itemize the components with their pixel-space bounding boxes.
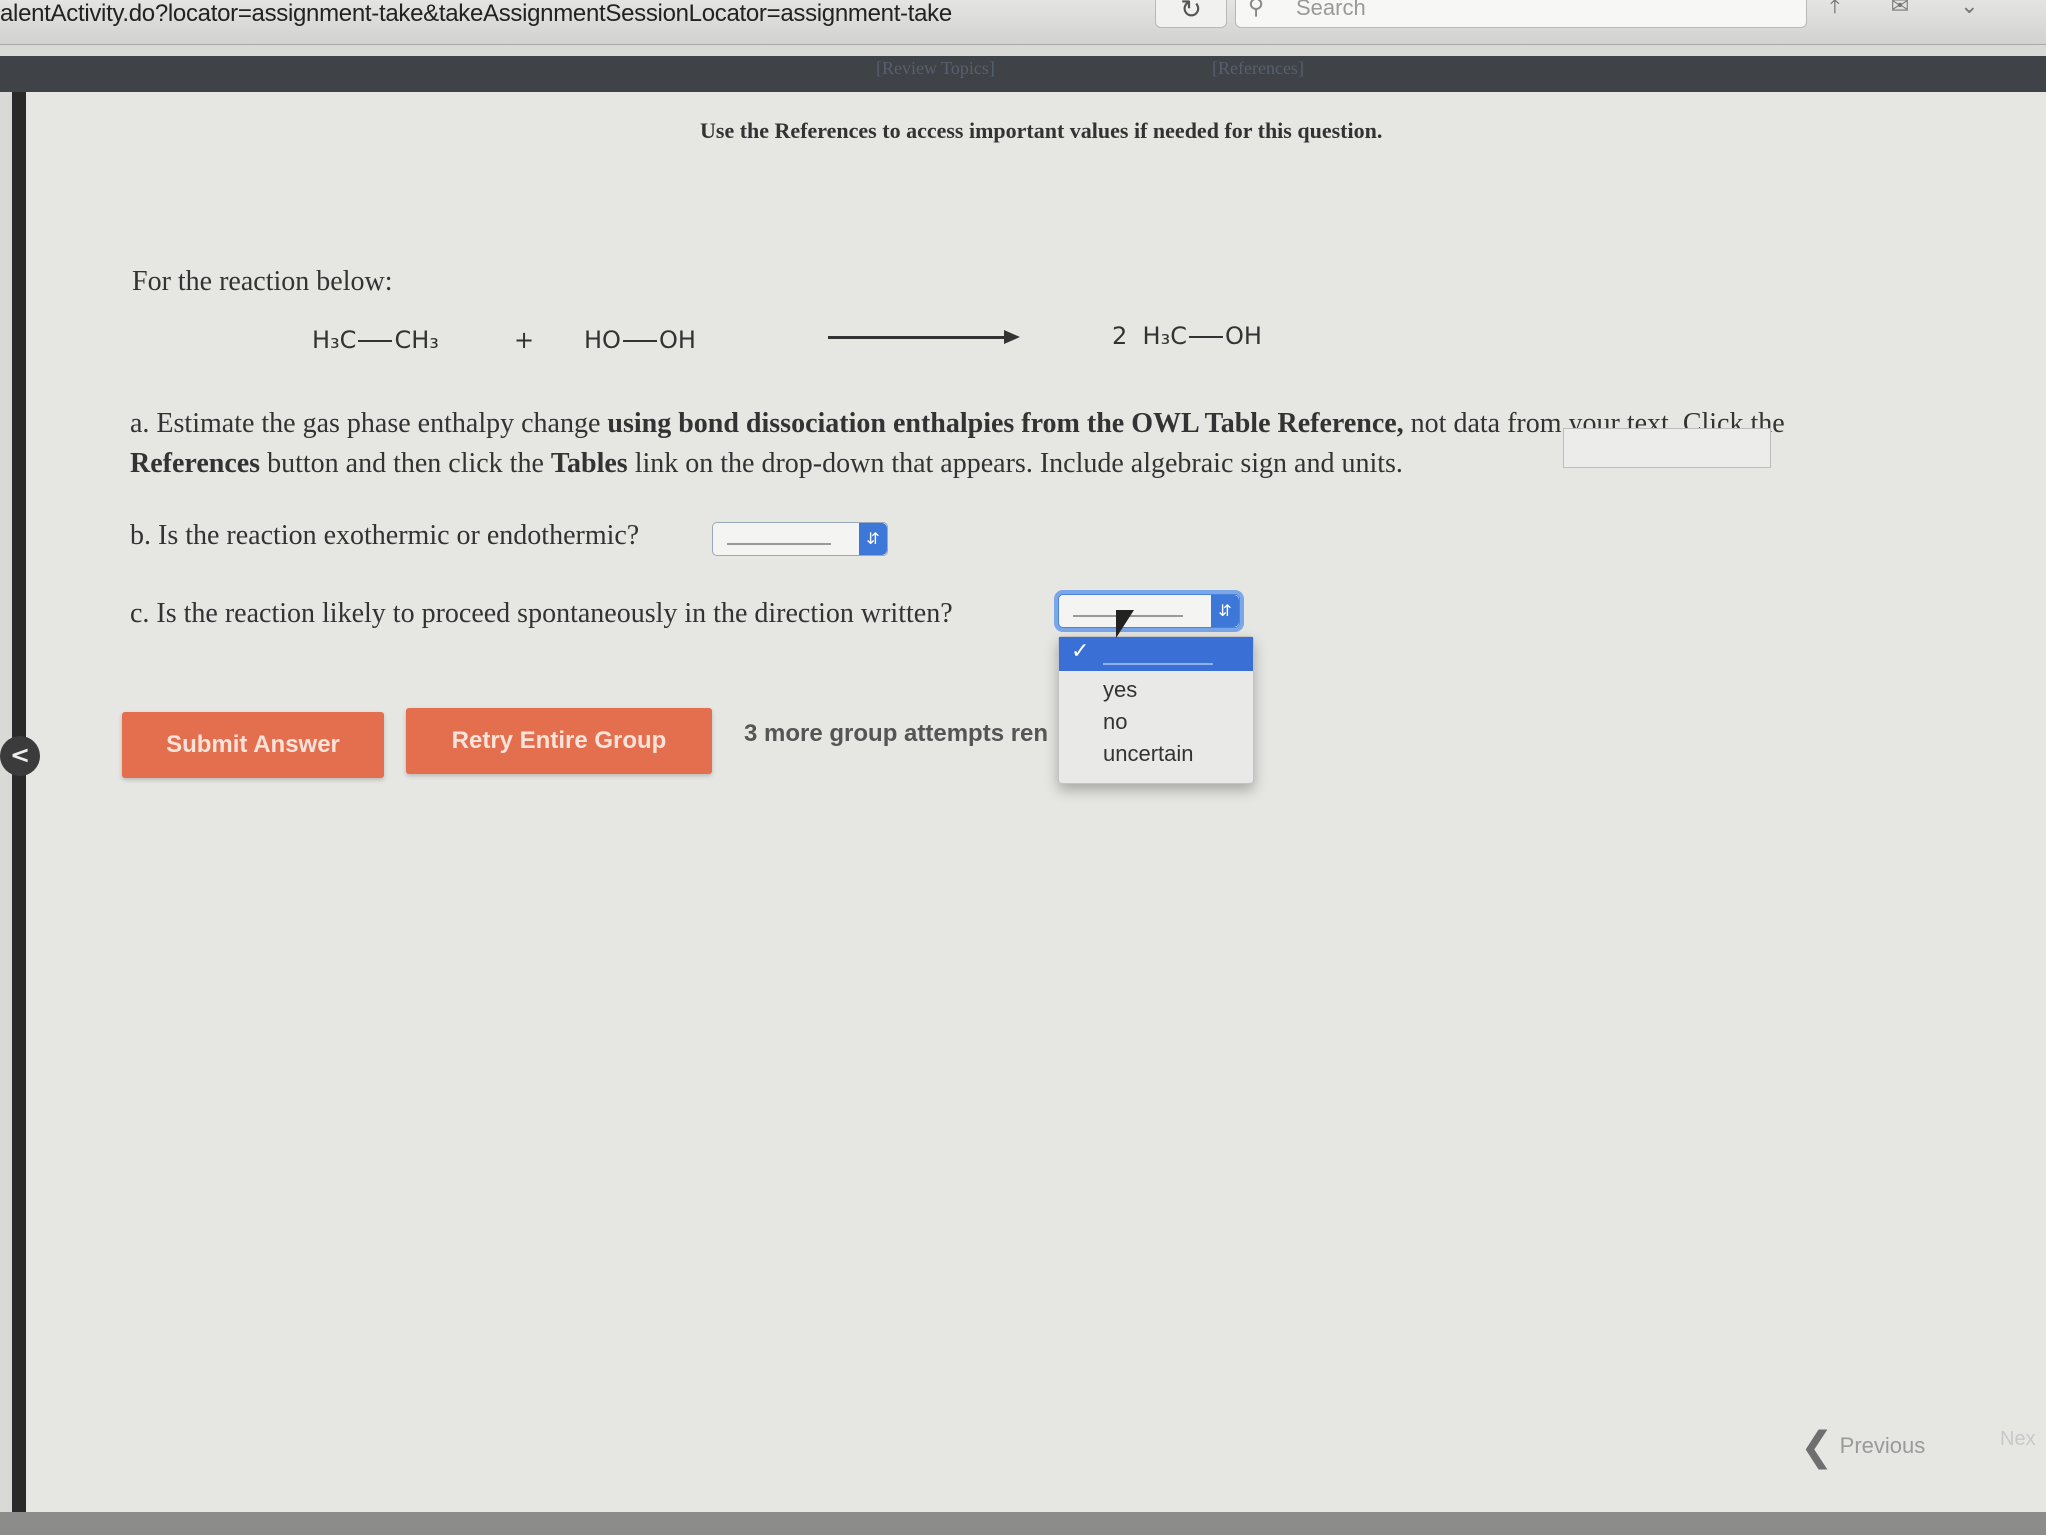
chevron-updown-icon: ⇵ — [1211, 595, 1239, 627]
bond-line — [1188, 336, 1223, 338]
dropdown-option-no[interactable]: no — [1103, 709, 1127, 735]
question-intro: For the reaction below: — [132, 266, 393, 297]
spontaneity-select[interactable]: ⇵ — [1058, 594, 1240, 628]
spontaneity-dropdown-menu: ✓ yes no uncertain — [1058, 636, 1254, 784]
chevron-updown-icon: ⇵ — [859, 523, 887, 555]
reaction-arrow-head — [1004, 330, 1020, 344]
part-a-text-mid2: button and then click the — [260, 448, 551, 479]
part-b-question: b. Is the reaction exothermic or endothe… — [130, 520, 640, 551]
owl-nav-bar: [Review Topics] [References] — [0, 56, 2046, 92]
bottom-edge — [0, 1512, 2046, 1535]
part-a-bold-bde: using bond dissociation enthalpies from … — [607, 408, 1404, 439]
browser-search-input[interactable]: ⚲ Search — [1235, 0, 1807, 28]
part-c-question: c. Is the reaction likely to proceed spo… — [130, 598, 953, 629]
part-a-bold-tables: Tables — [550, 448, 628, 479]
mouse-cursor-icon — [1116, 610, 1134, 638]
chevron-left-icon: ❮ — [1800, 1424, 1834, 1470]
references-notice: Use the References to access important v… — [700, 118, 1383, 143]
bond-line — [358, 340, 393, 342]
reactant1-right: CH₃ — [394, 326, 439, 354]
product-methanol: 2 H₃C OH — [1112, 322, 1262, 350]
reactant1-left: H₃C — [312, 326, 357, 354]
search-icon: ⚲ — [1248, 0, 1265, 20]
toolbar-icons[interactable]: ⤒ ✉ ⌄ — [1830, 0, 2001, 19]
review-topics-link[interactable]: [Review Topics] — [876, 58, 995, 79]
search-placeholder: Search — [1296, 0, 1366, 20]
browser-toolbar: alentActivity.do?locator=assignment-take… — [0, 0, 2046, 45]
bond-line — [622, 340, 657, 342]
part-a-text: a. Estimate the gas phase enthalpy chang… — [130, 408, 608, 439]
enthalpy-answer-input[interactable] — [1563, 428, 1771, 468]
submit-answer-button[interactable]: Submit Answer — [122, 712, 384, 778]
previous-label: Previous — [1839, 1432, 1926, 1458]
reactant-hydrogen-peroxide: HO OH — [584, 326, 696, 354]
exo-endo-select[interactable]: ⇵ — [712, 522, 888, 556]
references-link[interactable]: [References] — [1212, 58, 1304, 79]
collapse-sidebar-button[interactable]: < — [0, 736, 40, 776]
product-coefficient: 2 — [1112, 322, 1128, 350]
retry-entire-group-button[interactable]: Retry Entire Group — [406, 708, 712, 774]
blank-option-line — [1103, 663, 1213, 665]
reload-icon[interactable]: ↻ — [1155, 0, 1227, 28]
dropdown-option-blank[interactable]: ✓ — [1059, 637, 1253, 671]
part-a-text-suffix: link on the drop-down that appears. Incl… — [627, 448, 1403, 479]
reactant2-left: HO — [584, 326, 621, 354]
next-button[interactable]: Nex — [2000, 1428, 2036, 1451]
reactant-ethane: H₃C CH₃ — [312, 326, 439, 354]
select-empty-value — [727, 543, 831, 545]
product-right: OH — [1224, 322, 1262, 350]
question-panel — [12, 92, 2046, 1512]
dropdown-option-yes[interactable]: yes — [1103, 677, 1137, 703]
reactant2-right: OH — [658, 326, 696, 354]
plus-sign: + — [514, 326, 535, 354]
attempts-remaining-text: 3 more group attempts ren — [744, 720, 1049, 747]
part-a-bold-references: References — [130, 448, 261, 479]
previous-button[interactable]: ❮ Previous — [1800, 1424, 1925, 1470]
reaction-arrow — [828, 336, 1008, 339]
address-bar-url[interactable]: alentActivity.do?locator=assignment-take… — [0, 0, 952, 28]
product-left: H₃C — [1142, 322, 1187, 350]
checkmark-icon: ✓ — [1071, 639, 1090, 664]
dropdown-option-uncertain[interactable]: uncertain — [1103, 741, 1194, 767]
